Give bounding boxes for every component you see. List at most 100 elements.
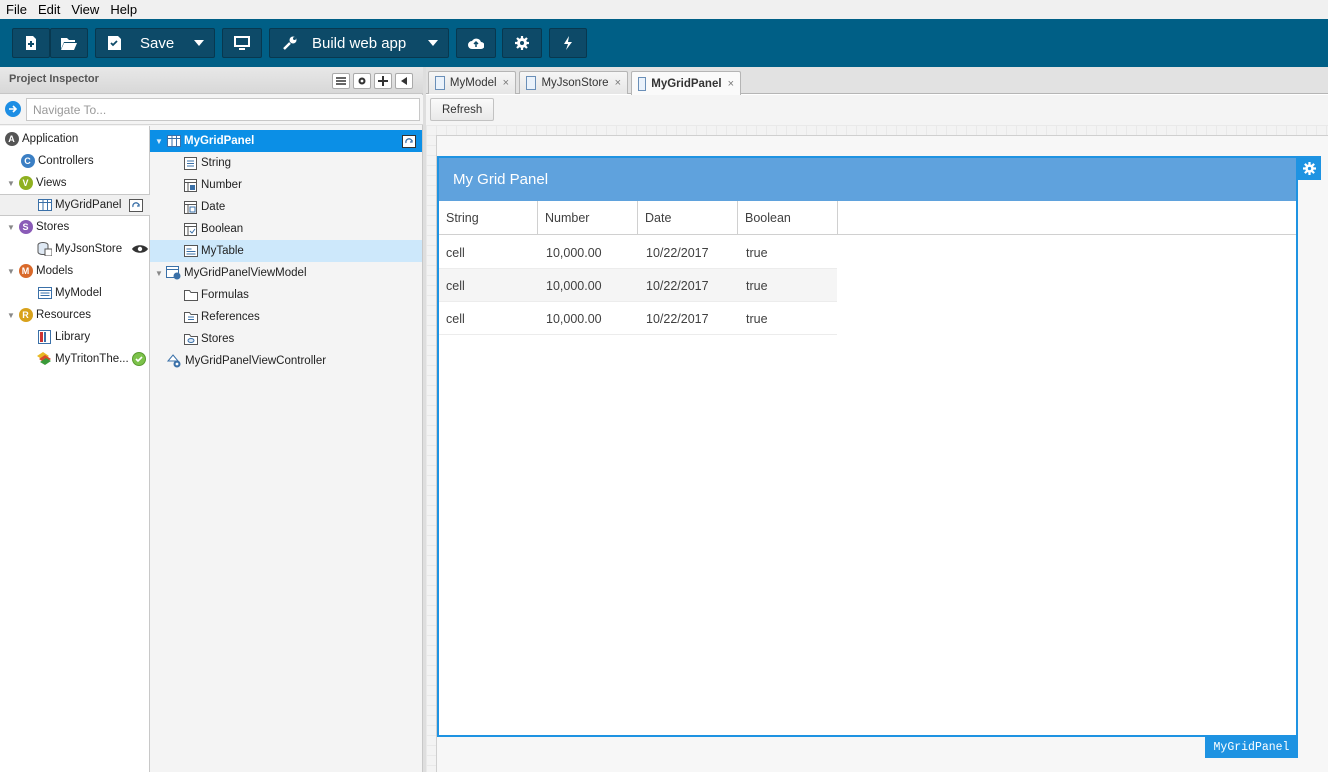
expand-arrow-icon[interactable]: ▼ bbox=[154, 137, 164, 146]
folder-icon bbox=[183, 290, 198, 301]
table-cell: true bbox=[746, 278, 768, 293]
component-node-string-column[interactable]: String bbox=[183, 152, 231, 174]
table-row[interactable]: cell 10,000.00 10/22/2017 true bbox=[439, 269, 837, 302]
tab-label: MyJsonStore bbox=[541, 77, 609, 89]
tree-node-views[interactable]: ▼ V Views bbox=[6, 172, 66, 194]
run-button[interactable] bbox=[549, 28, 587, 58]
tree-node-label: Formulas bbox=[201, 289, 249, 301]
new-file-button[interactable] bbox=[12, 28, 50, 58]
tree-node-mymodel[interactable]: MyModel bbox=[37, 282, 102, 304]
controllers-icon: C bbox=[20, 154, 35, 168]
component-node-formulas[interactable]: Formulas bbox=[183, 284, 249, 306]
new-file-icon bbox=[26, 36, 36, 50]
tree-node-models[interactable]: ▼ M Models bbox=[6, 260, 73, 282]
expand-arrow-icon[interactable]: ▼ bbox=[6, 267, 16, 276]
component-node-date-column[interactable]: Date bbox=[183, 196, 225, 218]
menu-file[interactable]: File bbox=[2, 2, 31, 17]
menu-edit[interactable]: Edit bbox=[34, 2, 64, 17]
component-node-references[interactable]: References bbox=[183, 306, 260, 328]
editor-tabs: MyModel × MyJsonStore × MyGridPanel × bbox=[426, 67, 1328, 95]
close-icon[interactable]: × bbox=[503, 77, 509, 89]
column-header-number[interactable]: Number bbox=[538, 201, 638, 235]
wrench-icon bbox=[283, 36, 297, 50]
expand-arrow-icon[interactable]: ▼ bbox=[154, 269, 164, 278]
check-circle-icon bbox=[131, 352, 146, 366]
eye-icon[interactable] bbox=[132, 244, 149, 254]
save-dropdown[interactable] bbox=[184, 29, 214, 57]
views-icon: V bbox=[18, 176, 33, 190]
expand-arrow-icon[interactable]: ▼ bbox=[6, 223, 16, 232]
table-cell: cell bbox=[446, 278, 465, 293]
table-cell: 10,000.00 bbox=[546, 311, 602, 326]
model-icon bbox=[435, 76, 445, 90]
add-button[interactable] bbox=[374, 73, 392, 89]
build-dropdown[interactable] bbox=[418, 29, 448, 57]
grid-panel-preview[interactable]: My Grid Panel String Number Date Boolean… bbox=[437, 156, 1298, 737]
table-row[interactable]: cell 10,000.00 10/22/2017 true bbox=[439, 236, 837, 269]
collapse-panel-button[interactable] bbox=[395, 73, 413, 89]
refresh-button[interactable]: Refresh bbox=[430, 98, 495, 121]
table-row[interactable]: cell 10,000.00 10/22/2017 true bbox=[439, 302, 837, 335]
tree-node-resources[interactable]: ▼ R Resources bbox=[6, 304, 91, 326]
component-settings-button[interactable] bbox=[1297, 156, 1321, 180]
tree-node-myjsonstore[interactable]: MyJsonStore bbox=[37, 238, 149, 260]
view-controller-icon bbox=[167, 353, 181, 367]
tree-node-mytritontheme[interactable]: MyTritonThe... bbox=[37, 348, 146, 370]
tree-node-stores[interactable]: ▼ S Stores bbox=[6, 216, 69, 238]
save-button[interactable]: Save bbox=[95, 28, 215, 58]
settings-button[interactable] bbox=[502, 28, 542, 58]
component-node-stores[interactable]: Stores bbox=[183, 328, 234, 350]
tab-myjsonstore[interactable]: MyJsonStore × bbox=[519, 71, 628, 94]
tab-mymodel[interactable]: MyModel × bbox=[428, 71, 516, 94]
boolean-column-icon bbox=[184, 222, 197, 236]
triangle-left-icon bbox=[401, 77, 407, 85]
component-node-mygridpanelviewmodel[interactable]: ▼ MyGridPanelViewModel bbox=[154, 262, 307, 284]
build-web-app-button[interactable]: Build web app bbox=[269, 28, 449, 58]
column-header-string[interactable]: String bbox=[439, 201, 538, 235]
close-icon[interactable]: × bbox=[615, 77, 621, 89]
tree-node-application[interactable]: A Application bbox=[4, 128, 78, 150]
component-node-mytable[interactable]: MyTable bbox=[150, 240, 422, 262]
navigate-to-input[interactable] bbox=[26, 98, 420, 121]
library-icon bbox=[38, 330, 51, 344]
component-node-mygridpanelviewcontroller[interactable]: MyGridPanelViewController bbox=[167, 350, 326, 372]
tree-node-label: Resources bbox=[36, 309, 91, 321]
design-toolbar: Refresh bbox=[426, 95, 1328, 125]
tree-node-mygridpanel[interactable]: MyGridPanel bbox=[0, 194, 150, 216]
table-view-icon bbox=[183, 245, 198, 257]
component-name-badge: MyGridPanel bbox=[1205, 737, 1298, 758]
view-model-icon bbox=[166, 266, 181, 280]
inspector-settings-button[interactable] bbox=[353, 73, 371, 89]
caret-down-icon bbox=[428, 40, 438, 46]
grid-panel-icon bbox=[166, 135, 181, 147]
component-node-boolean-column[interactable]: Boolean bbox=[183, 218, 243, 240]
build-label: Build web app bbox=[312, 34, 407, 52]
tab-mygridpanel[interactable]: MyGridPanel × bbox=[631, 71, 741, 95]
expand-arrow-icon[interactable]: ▼ bbox=[6, 179, 16, 188]
deploy-button[interactable] bbox=[456, 28, 496, 58]
navigate-go-button[interactable] bbox=[5, 101, 21, 117]
gear-icon bbox=[515, 36, 529, 50]
list-view-button[interactable] bbox=[332, 73, 350, 89]
tree-node-library[interactable]: Library bbox=[37, 326, 90, 348]
tree-node-label: MyGridPanel bbox=[184, 135, 255, 147]
component-node-number-column[interactable]: Number bbox=[183, 174, 242, 196]
tree-node-label: String bbox=[201, 157, 232, 169]
tree-node-label: MyModel bbox=[55, 287, 102, 299]
model-icon bbox=[37, 287, 52, 299]
preview-button[interactable] bbox=[222, 28, 262, 58]
open-folder-button[interactable] bbox=[50, 28, 88, 58]
gear-icon bbox=[358, 77, 366, 85]
expand-arrow-icon[interactable]: ▼ bbox=[6, 311, 16, 320]
close-icon[interactable]: × bbox=[728, 78, 734, 90]
tree-node-controllers[interactable]: C Controllers bbox=[20, 150, 94, 172]
linked-view-icon[interactable] bbox=[402, 134, 416, 148]
table-cell: cell bbox=[446, 311, 465, 326]
linked-view-icon[interactable] bbox=[129, 198, 144, 212]
component-node-mygridpanel[interactable]: ▼ MyGridPanel bbox=[150, 130, 422, 152]
menu-help[interactable]: Help bbox=[106, 2, 141, 17]
column-header-boolean[interactable]: Boolean bbox=[738, 201, 838, 235]
menu-view[interactable]: View bbox=[67, 2, 103, 17]
save-label: Save bbox=[140, 34, 175, 52]
column-header-date[interactable]: Date bbox=[638, 201, 738, 235]
